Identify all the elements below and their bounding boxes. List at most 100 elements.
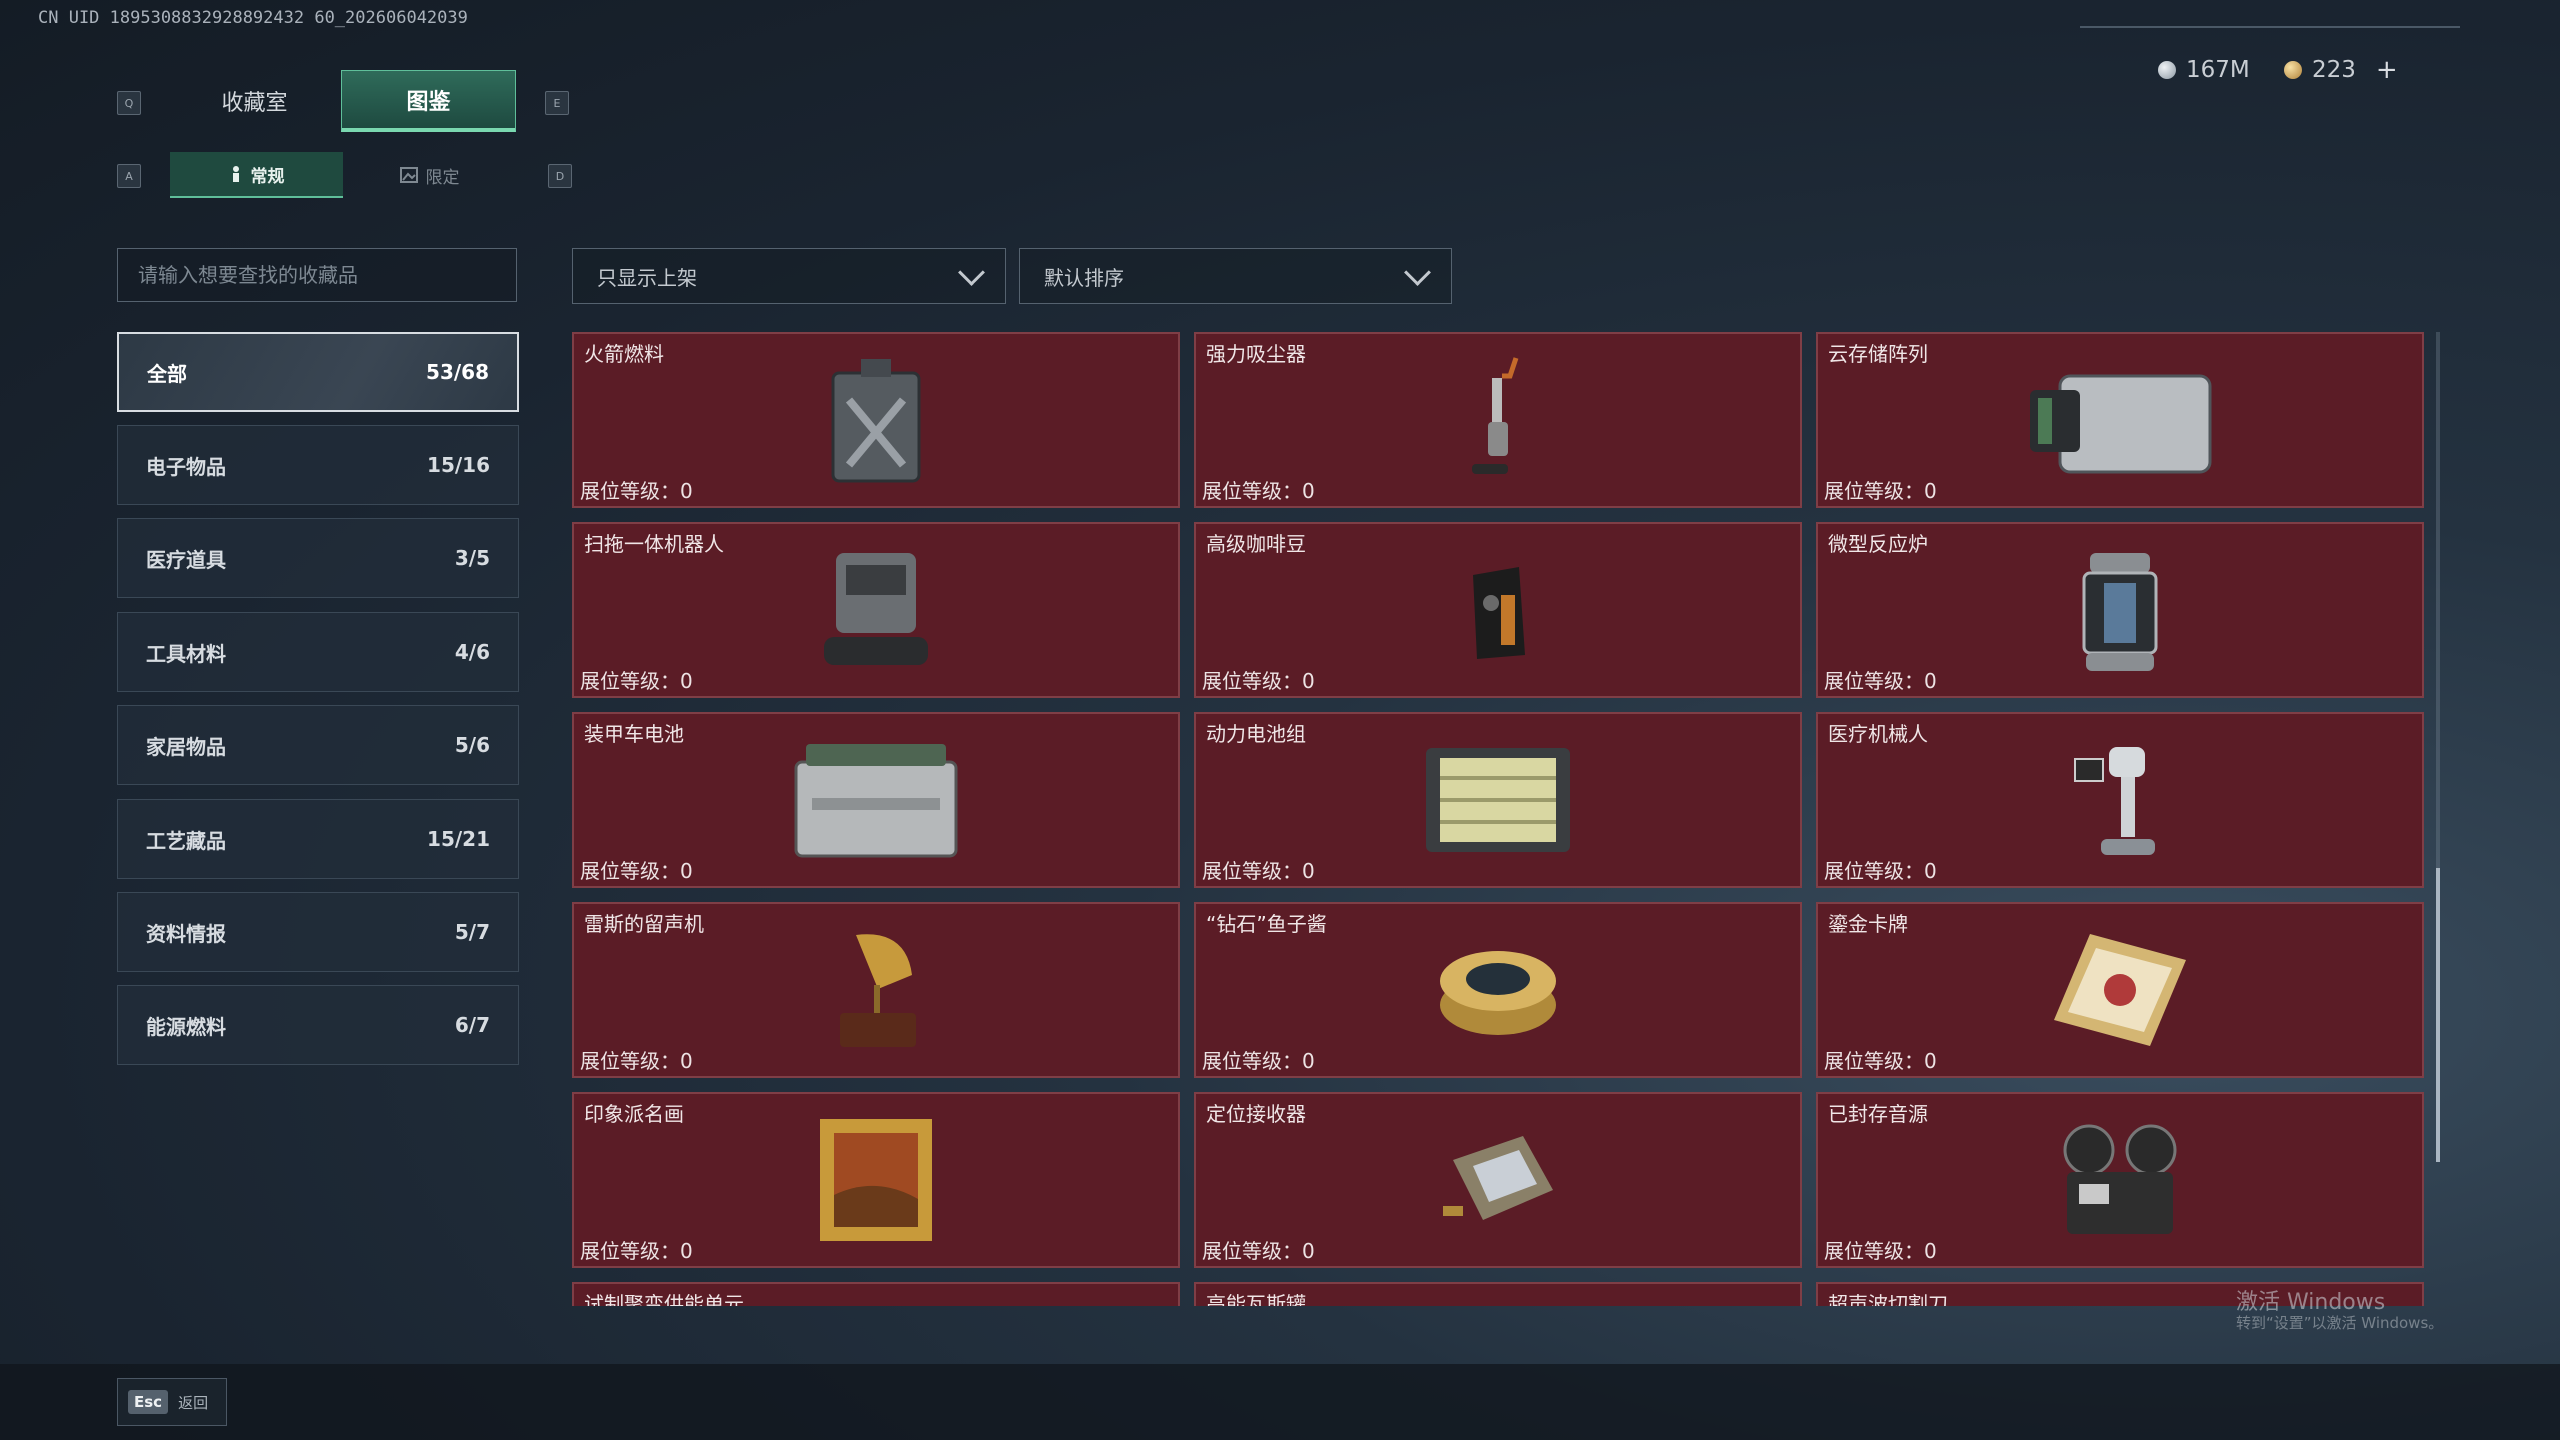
item-level: 展位等级：0 [1824, 669, 1937, 693]
top-divider [2080, 26, 2460, 28]
vacuum-icon [1472, 357, 1519, 474]
main-tabs: 收藏室 图鉴 [168, 70, 516, 132]
subtab-limited[interactable]: 限定 [343, 152, 516, 198]
item-name: “钻石”鱼子酱 [1206, 912, 1327, 936]
item-name: 医疗机械人 [1828, 722, 1928, 746]
uid-label: CN UID 1895308832928892432 60_2026060420… [38, 8, 468, 28]
tab-catalog[interactable]: 图鉴 [341, 70, 516, 132]
sub-tabs: 常规 限定 [170, 152, 516, 198]
item-card[interactable]: 高级咖啡豆 展位等级：0 [1194, 522, 1802, 698]
item-card[interactable]: 试制聚变供能单元 [572, 1282, 1180, 1306]
item-card[interactable]: 医疗机械人 展位等级：0 [1816, 712, 2424, 888]
item-card[interactable]: 已封存音源 展位等级：0 [1816, 1092, 2424, 1268]
item-card[interactable]: 高能瓦斯罐 [1194, 1282, 1802, 1306]
item-card[interactable]: 雷斯的留声机 展位等级：0 [572, 902, 1180, 1078]
item-name: 试制聚变供能单元 [584, 1292, 744, 1306]
item-card[interactable]: 微型反应炉 展位等级：0 [1816, 522, 2424, 698]
item-level: 展位等级：0 [1824, 1239, 1937, 1263]
add-currency-icon[interactable]: + [2376, 55, 2398, 85]
category-label: 工艺藏品 [146, 828, 226, 853]
subtab-regular-label: 常规 [250, 166, 285, 187]
item-level: 展位等级：0 [1202, 859, 1315, 883]
grid-scrollbar-thumb[interactable] [2436, 868, 2440, 1162]
category-label: 家居物品 [146, 734, 226, 759]
figure-icon [232, 166, 239, 182]
category-label: 全部 [147, 361, 187, 386]
server-icon [2030, 374, 2212, 474]
item-name: 装甲车电池 [584, 722, 684, 746]
shelf-filter-value: 只显示上架 [597, 265, 697, 290]
item-card[interactable]: 强力吸尘器 展位等级：0 [1194, 332, 1802, 508]
item-level: 展位等级：0 [1202, 1049, 1315, 1073]
item-name: 动力电池组 [1206, 722, 1306, 746]
search-input[interactable] [117, 248, 517, 302]
battery-icon [794, 744, 958, 858]
item-level: 展位等级：0 [580, 859, 693, 883]
category-count: 53/68 [426, 360, 489, 384]
item-level: 展位等级：0 [1202, 479, 1315, 503]
gold-card-icon [2054, 934, 2186, 1046]
key-hint-q: Q [117, 91, 141, 115]
category-crafts[interactable]: 工艺藏品 15/21 [117, 799, 519, 879]
item-name: 微型反应炉 [1828, 532, 1928, 556]
category-count: 4/6 [454, 640, 490, 664]
item-name: 强力吸尘器 [1206, 342, 1306, 366]
category-medical[interactable]: 医疗道具 3/5 [117, 518, 519, 598]
item-card[interactable]: 动力电池组 展位等级：0 [1194, 712, 1802, 888]
item-name: 定位接收器 [1206, 1102, 1306, 1126]
tab-collection-room[interactable]: 收藏室 [168, 70, 341, 132]
category-count: 5/6 [454, 733, 490, 757]
item-level: 展位等级：0 [1824, 859, 1937, 883]
key-hint-d: D [548, 164, 572, 188]
gramophone-icon [840, 934, 916, 1047]
item-card[interactable]: 装甲车电池 展位等级：0 [572, 712, 1180, 888]
sort-dropdown[interactable]: 默认排序 [1019, 248, 1452, 304]
receiver-icon [1443, 1136, 1553, 1220]
category-all[interactable]: 全部 53/68 [117, 332, 519, 412]
gold-amount: 223 [2312, 57, 2356, 83]
category-label: 医疗道具 [146, 547, 226, 572]
item-card[interactable]: 云存储阵列 展位等级：0 [1816, 332, 2424, 508]
category-label: 能源燃料 [146, 1014, 226, 1039]
robot-mop-icon [824, 553, 928, 665]
item-name: 印象派名画 [584, 1102, 684, 1126]
image-icon [399, 167, 418, 183]
reel-recorder-icon [2063, 1124, 2177, 1234]
category-tools[interactable]: 工具材料 4/6 [117, 612, 519, 692]
reactor-icon [2082, 553, 2158, 671]
bottom-bar [0, 1364, 2560, 1440]
medical-robot-icon [2074, 747, 2155, 855]
subtab-limited-label: 限定 [425, 167, 460, 188]
back-label: 返回 [178, 1393, 209, 1412]
category-count: 6/7 [454, 1013, 490, 1037]
category-intel[interactable]: 资料情报 5/7 [117, 892, 519, 972]
chevron-down-icon [958, 258, 985, 286]
shelf-filter-dropdown[interactable]: 只显示上架 [572, 248, 1006, 304]
category-label: 工具材料 [146, 641, 226, 666]
chevron-down-icon [1404, 258, 1431, 286]
category-count: 15/16 [427, 453, 490, 477]
back-button[interactable]: Esc 返回 [117, 1378, 227, 1426]
item-card[interactable]: 鎏金卡牌 展位等级：0 [1816, 902, 2424, 1078]
item-level: 展位等级：0 [1202, 669, 1315, 693]
category-home[interactable]: 家居物品 5/6 [117, 705, 519, 785]
item-level: 展位等级：0 [1202, 1239, 1315, 1263]
item-level: 展位等级：0 [580, 1049, 693, 1073]
item-name: 超声波切割刀 [1828, 1292, 1948, 1306]
item-card[interactable]: 火箭燃料 展位等级：0 [572, 332, 1180, 508]
item-name: 鎏金卡牌 [1828, 912, 1908, 936]
item-card[interactable]: 定位接收器 展位等级：0 [1194, 1092, 1802, 1268]
category-count: 15/21 [427, 827, 490, 851]
sort-value: 默认排序 [1044, 265, 1124, 290]
gold-currency[interactable]: 223 + [2284, 52, 2398, 88]
item-card[interactable]: 扫拖一体机器人 展位等级：0 [572, 522, 1180, 698]
item-card[interactable]: 印象派名画 展位等级：0 [572, 1092, 1180, 1268]
silver-amount: 167M [2186, 57, 2250, 83]
category-energy[interactable]: 能源燃料 6/7 [117, 985, 519, 1065]
category-electronics[interactable]: 电子物品 15/16 [117, 425, 519, 505]
item-card[interactable]: “钻石”鱼子酱 展位等级：0 [1194, 902, 1802, 1078]
collection-grid: 火箭燃料 展位等级：0 强力吸尘器 展位等级：0 云存储阵列 展位等级：0 扫拖… [572, 332, 2424, 1306]
fuel-can-icon [831, 359, 921, 483]
subtab-regular[interactable]: 常规 [170, 152, 343, 198]
coffee-bag-icon [1473, 567, 1525, 659]
